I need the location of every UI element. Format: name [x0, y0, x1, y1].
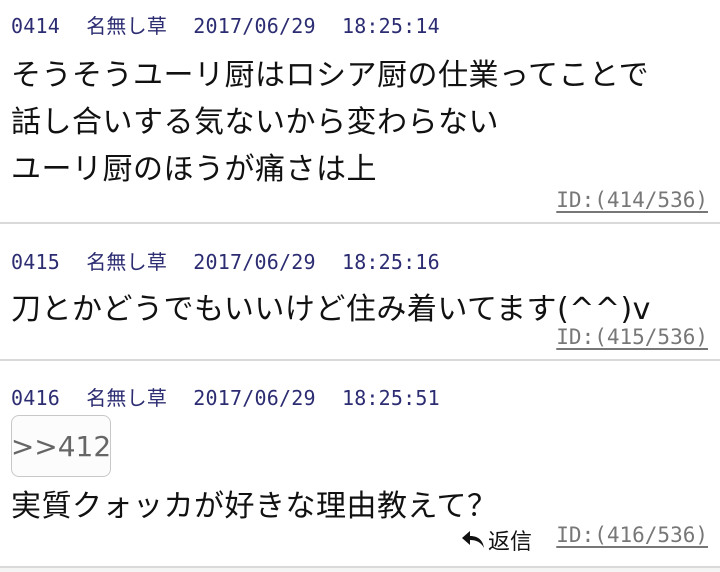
post-0415: 0415 名無し草 2017/06/29 18:25:16 刀とかどうでもいいけ… — [0, 224, 720, 361]
post-header: 0414 名無し草 2017/06/29 18:25:14 — [11, 10, 440, 39]
post-id-link[interactable]: ID:(414/536) — [556, 188, 708, 212]
post-time: 18:25:16 — [341, 250, 440, 274]
post-date: 2017/06/29 — [193, 250, 316, 274]
post-time: 18:25:14 — [341, 14, 440, 38]
post-body-line: 実質クォッカが好きな理由教えて？ — [11, 489, 498, 524]
reply-button[interactable]: 返信 — [460, 524, 532, 556]
post-body-line: 話し合いする気ないから変わらない — [11, 105, 499, 140]
post-number: 0415 — [11, 250, 60, 274]
post-number: 0416 — [11, 386, 60, 410]
post-body-line: そうそうユーリ厨はロシア厨の仕業ってことで — [11, 58, 650, 93]
reply-arrow-icon — [461, 531, 484, 548]
poster-name: 名無し草 — [86, 386, 168, 410]
post-header: 0415 名無し草 2017/06/29 18:25:16 — [11, 246, 440, 275]
reply-label: 返信 — [487, 530, 532, 555]
poster-name: 名無し草 — [86, 14, 168, 38]
post-0416: 0416 名無し草 2017/06/29 18:25:51 >>412 実質クォ… — [0, 361, 720, 568]
poster-name: 名無し草 — [86, 250, 168, 274]
post-header: 0416 名無し草 2017/06/29 18:25:51 — [11, 382, 440, 411]
post-0414: 0414 名無し草 2017/06/29 18:25:14 そうそうユーリ厨はロ… — [0, 0, 720, 224]
post-date: 2017/06/29 — [193, 386, 316, 410]
post-date: 2017/06/29 — [193, 14, 316, 38]
post-body-line: 刀とかどうでもいいけど住み着いてます(^^)v — [11, 292, 651, 327]
post-time: 18:25:51 — [341, 386, 440, 410]
post-id-link[interactable]: ID:(415/536) — [556, 325, 708, 349]
post-number: 0414 — [11, 14, 60, 38]
post-id-link[interactable]: ID:(416/536) — [556, 523, 708, 547]
anchor-link-button[interactable]: >>412 — [11, 415, 111, 477]
post-body-line: ユーリ厨のほうが痛さは上 — [11, 152, 377, 187]
